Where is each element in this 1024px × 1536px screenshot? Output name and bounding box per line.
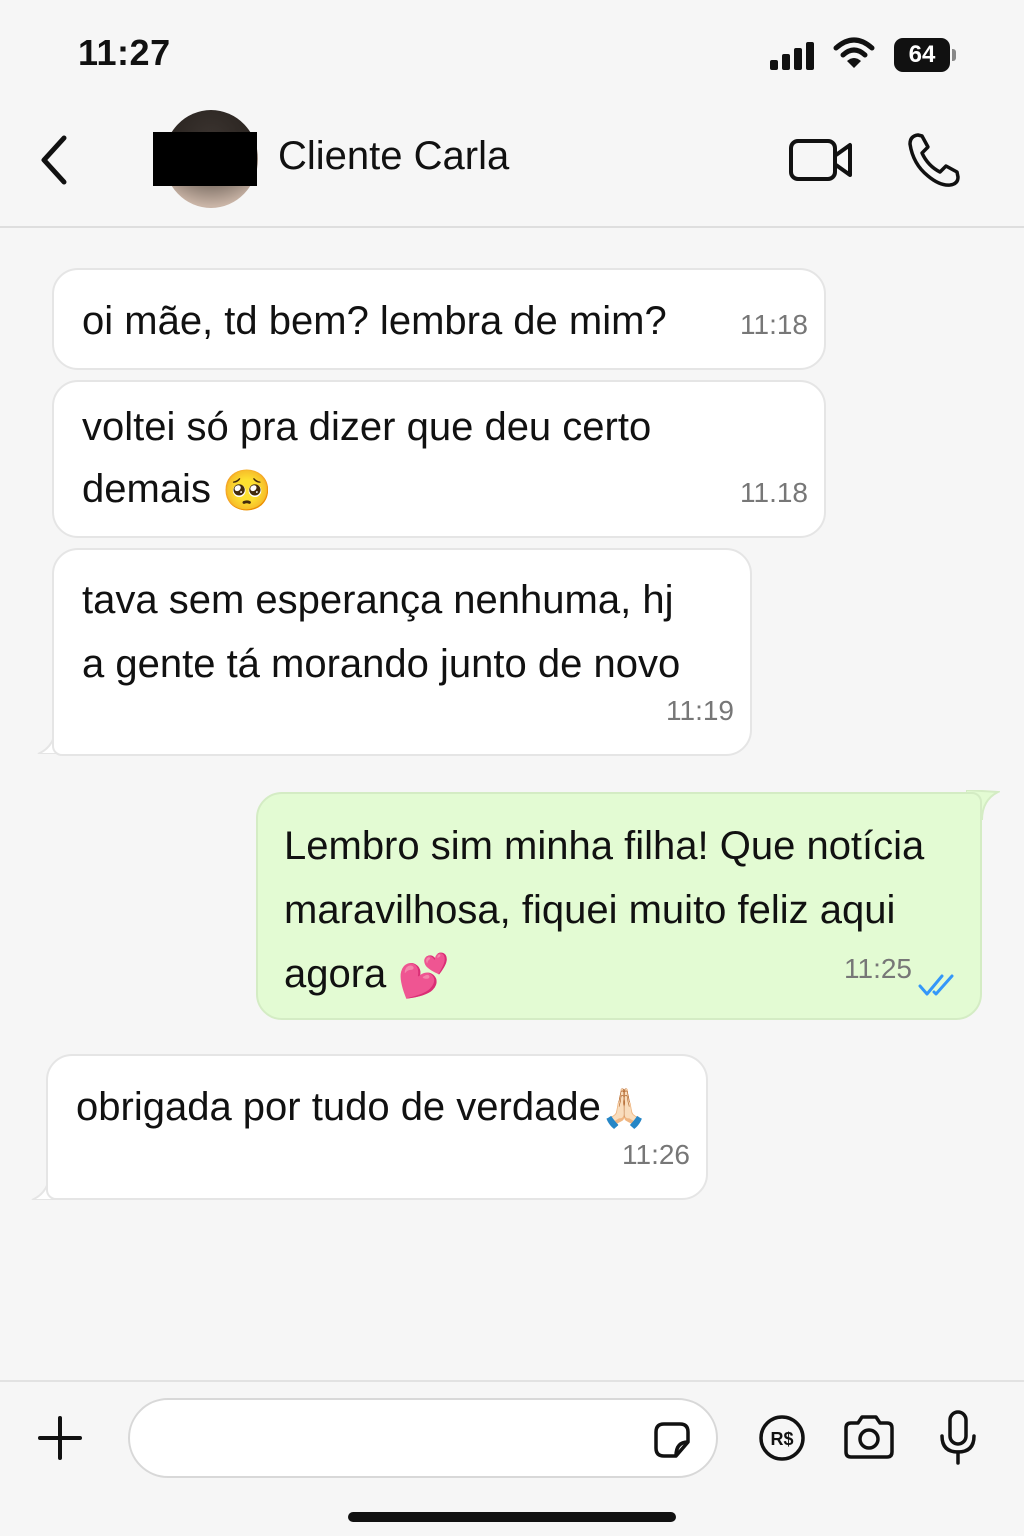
message-bubble-incoming[interactable]: voltei só pra dizer que deu certo demais… [52, 380, 826, 538]
video-call-icon[interactable] [788, 136, 854, 184]
plus-icon[interactable] [36, 1414, 84, 1462]
home-indicator [348, 1512, 676, 1522]
message-text-body: Lembro sim minha filha! Que notícia mara… [284, 824, 925, 996]
phone-call-icon[interactable] [904, 130, 962, 190]
message-bubble-incoming[interactable]: obrigada por tudo de verdade🙏🏻 11:26 [46, 1054, 708, 1200]
message-input[interactable] [128, 1398, 718, 1478]
input-bar: R$ [0, 1380, 1024, 1536]
payment-icon[interactable]: R$ [758, 1414, 806, 1462]
message-text: oi mãe, td bem? lembra de mim? [82, 299, 667, 343]
message-bubble-incoming[interactable]: tava sem esperança nenhuma, hj a gente t… [52, 548, 752, 756]
read-receipt-icon [918, 974, 954, 996]
message-bubble-outgoing[interactable]: Lembro sim minha filha! Que notícia mara… [256, 792, 982, 1020]
svg-text:R$: R$ [770, 1429, 793, 1449]
message-text: tava sem esperança nenhuma, hj a gente t… [82, 578, 681, 686]
sticker-icon[interactable] [650, 1420, 694, 1460]
message-text-body: voltei só pra dizer que deu certo demais [82, 405, 652, 511]
message-time: 11:25 [844, 953, 912, 984]
status-bar: 11:27 64 [0, 0, 1024, 100]
message-text: voltei só pra dizer que deu certo demais… [82, 396, 651, 522]
message-bubble-incoming[interactable]: oi mãe, td bem? lembra de mim? 11:18 [52, 268, 826, 370]
message-time: 11:26 [622, 1139, 690, 1170]
message-text-body: obrigada por tudo de verdade [76, 1085, 601, 1129]
chat-header: Cliente Carla [0, 100, 1024, 228]
camera-icon[interactable] [842, 1414, 896, 1460]
message-time: 11:18 [740, 309, 808, 340]
microphone-icon[interactable] [938, 1410, 978, 1466]
back-chevron-icon[interactable] [30, 130, 80, 190]
status-time: 11:27 [78, 32, 171, 73]
signal-icon [770, 40, 816, 70]
message-time: 11.18 [740, 477, 808, 508]
message-text: Lembro sim minha filha! Que notícia mara… [284, 814, 924, 1008]
message-time: 11:19 [666, 695, 734, 726]
wifi-icon [833, 37, 875, 68]
pleading-face-emoji: 🥺 [222, 469, 272, 514]
chat-screen: 11:27 64 Cliente Carla oi mãe, td bem? l… [0, 0, 1024, 1536]
battery-level: 64 [894, 38, 950, 72]
two-hearts-emoji: 💕 [397, 952, 450, 1000]
redaction-box [153, 132, 257, 186]
message-text: obrigada por tudo de verdade🙏🏻 [76, 1076, 648, 1140]
contact-name[interactable]: Cliente Carla [278, 134, 509, 179]
battery-icon: 64 [894, 38, 956, 72]
